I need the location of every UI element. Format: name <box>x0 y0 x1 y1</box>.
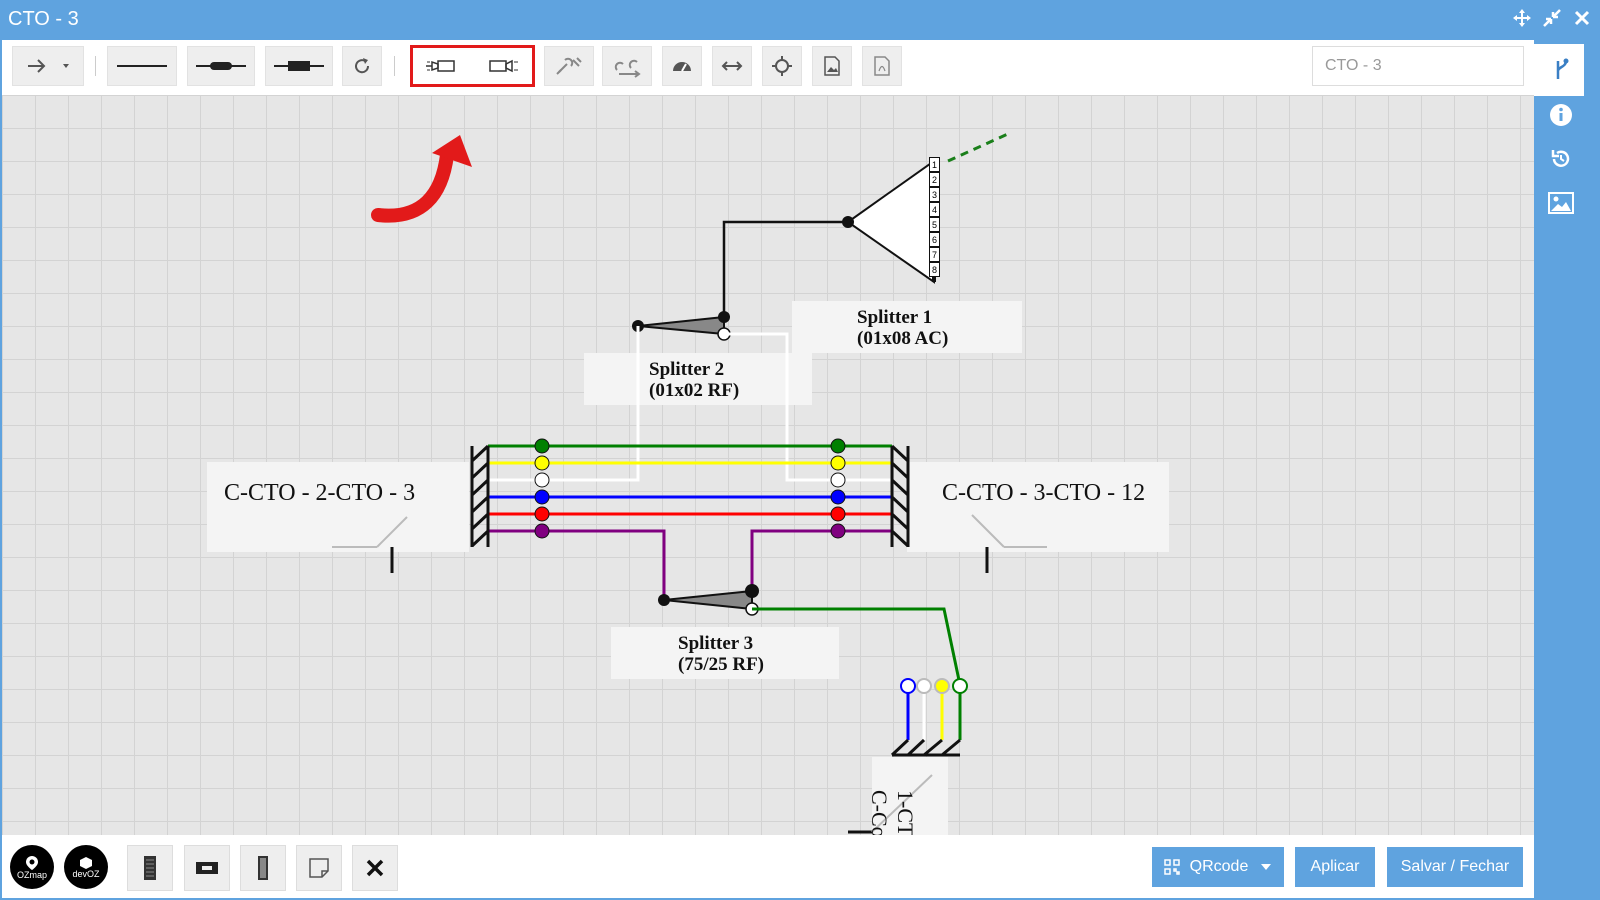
apply-button[interactable]: Aplicar <box>1295 847 1375 887</box>
link-button[interactable] <box>544 46 594 86</box>
cable-icon <box>144 856 156 880</box>
splitter2-name: Splitter 2 <box>649 359 725 380</box>
meter-button[interactable] <box>662 46 702 86</box>
line-icon <box>117 65 167 67</box>
note-icon <box>309 858 329 878</box>
highlight-box <box>410 45 535 87</box>
export-image-button[interactable] <box>812 46 852 86</box>
caret-down-icon <box>1261 864 1272 870</box>
arrow-dropdown-button[interactable] <box>12 46 84 86</box>
crosshair-icon <box>772 56 792 76</box>
add-cable-button[interactable] <box>127 845 173 891</box>
map-pin-icon <box>26 855 38 870</box>
info-icon[interactable] <box>1548 102 1574 128</box>
port-label: 4 <box>929 202 940 217</box>
fusion-icon <box>196 62 246 70</box>
link-chain-icon <box>556 57 582 75</box>
delete-button[interactable] <box>352 845 398 891</box>
editor-window: 1 2 3 4 5 6 7 8 Splitter 1 (01x08 AC) Sp… <box>2 40 1534 898</box>
fusion-button[interactable] <box>187 46 255 86</box>
minimize-icon[interactable] <box>1542 8 1562 30</box>
connector-box-icon <box>196 862 218 874</box>
dashed-fiber <box>947 131 1011 163</box>
cable-left-label-bg <box>207 462 469 552</box>
port-label: 1 <box>929 157 940 172</box>
history-icon[interactable] <box>1548 146 1574 172</box>
right-sidebar <box>1534 40 1600 900</box>
red-arrow-icon <box>371 135 472 223</box>
qrcode-icon <box>1163 859 1180 875</box>
cto-name-input[interactable] <box>1312 46 1524 86</box>
splitter1-ports: 1 2 3 4 5 6 7 8 <box>929 157 940 277</box>
qrcode-label: QRcode <box>1189 858 1249 875</box>
fiber-branch-icon <box>1548 57 1574 83</box>
save-close-button[interactable]: Salvar / Fechar <box>1387 847 1523 887</box>
cube-icon <box>80 856 92 869</box>
splitter2-type: (01x02 RF) <box>649 380 740 401</box>
port-label: 3 <box>929 187 940 202</box>
image-file-icon <box>824 56 840 76</box>
fiber-purple-out <box>750 529 838 591</box>
export-pdf-button[interactable] <box>862 46 902 86</box>
ozmap-logo: OZmap <box>10 845 54 889</box>
port-label: 6 <box>929 232 940 247</box>
fiber-bundle <box>488 444 892 533</box>
diagram-svg[interactable] <box>2 95 1534 835</box>
add-note-button[interactable] <box>296 845 342 891</box>
ozmap-logo-text: OZmap <box>16 869 47 880</box>
unlink-chain-icon <box>614 59 641 78</box>
connector-button[interactable] <box>265 46 333 86</box>
cable-bottom-text-1: C-Con <box>867 790 892 835</box>
close-icon[interactable] <box>1572 8 1592 30</box>
cable-bottom-text-2: 1-CTO <box>893 790 918 835</box>
fiber-purple-in <box>542 529 666 600</box>
unlink-button[interactable] <box>602 46 652 86</box>
splitter3-type: (75/25 RF) <box>678 654 765 675</box>
cable-left-label: C-CTO - 2-CTO - 3 <box>224 480 416 506</box>
expand-horizontal-button[interactable] <box>712 46 752 86</box>
devoz-logo: devOZ <box>64 845 108 889</box>
port-label: 2 <box>929 172 940 187</box>
fiber-line-button[interactable] <box>107 46 177 86</box>
bottom-bar: OZmap devOZ QRcode Aplicar Salvar / Fech… <box>2 835 1534 898</box>
port-label: 5 <box>929 217 940 232</box>
splitter2-shape[interactable] <box>632 311 731 341</box>
cable-bottom-label-2: 1-CTO <box>892 790 918 835</box>
window-title: CTO - 3 <box>8 8 79 30</box>
title-bar: CTO - 3 <box>0 0 1600 40</box>
x-icon <box>366 859 384 877</box>
connector-icon <box>274 61 324 71</box>
expand-horizontal-icon <box>721 61 743 71</box>
toolbar-separator <box>394 56 395 76</box>
cable-right-label-bg <box>907 462 1169 552</box>
arrow-right-icon <box>28 59 69 73</box>
splitter1-type: (01x08 AC) <box>857 328 949 349</box>
sidebar-active-tab[interactable] <box>1534 44 1584 96</box>
splitter1-name: Splitter 1 <box>857 307 933 328</box>
cable-right-label: C-CTO - 3-CTO - 12 <box>942 480 1146 506</box>
image-icon[interactable] <box>1548 190 1574 216</box>
redo-button[interactable] <box>342 46 382 86</box>
splitter1-shape[interactable] <box>842 159 936 284</box>
tray-icon <box>258 856 268 880</box>
cable-bottom-label-1: C-Con <box>866 790 892 835</box>
splitter3-shape[interactable] <box>658 584 759 616</box>
pdf-file-icon <box>874 56 890 76</box>
center-button[interactable] <box>762 46 802 86</box>
port-label: 7 <box>929 247 940 262</box>
toolbar <box>2 40 1534 95</box>
toolbar-separator <box>95 56 96 76</box>
right-port-markers[interactable] <box>830 438 846 539</box>
port-label: 8 <box>929 262 940 277</box>
dashboard-icon <box>673 62 691 72</box>
splitter3-name: Splitter 3 <box>678 633 754 654</box>
diagram-canvas[interactable]: 1 2 3 4 5 6 7 8 Splitter 1 (01x08 AC) Sp… <box>2 95 1534 835</box>
move-icon[interactable] <box>1512 8 1532 30</box>
left-port-markers[interactable] <box>534 438 550 539</box>
add-tray-button[interactable] <box>240 845 286 891</box>
qrcode-button[interactable]: QRcode <box>1152 847 1284 887</box>
redo-icon <box>355 58 370 74</box>
add-connector-button[interactable] <box>184 845 230 891</box>
devoz-logo-text: devOZ <box>72 868 100 879</box>
